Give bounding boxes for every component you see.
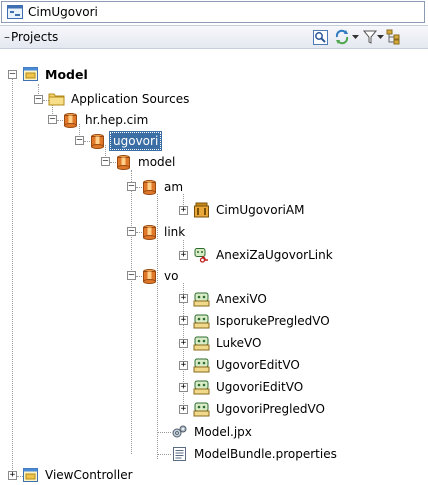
- expander-am[interactable]: –: [127, 182, 136, 191]
- tree-node-label: AnexiZaUgovorLink: [216, 248, 333, 262]
- expander-hr-hep-cim[interactable]: –: [48, 115, 57, 124]
- project-tree: – Model – Application Sources – hr.hep.c…: [0, 0, 428, 484]
- tree-node-application-sources[interactable]: Application Sources: [48, 89, 191, 109]
- tree-node-label: LukeVO: [216, 336, 262, 350]
- tree-node-label: link: [164, 225, 186, 239]
- package-icon: [143, 225, 156, 240]
- tree-node-cim-ugovori-am[interactable]: CimUgovoriAM: [193, 200, 306, 220]
- tree-node-ugovori-pregled-vo[interactable]: UgovoriPregledVO: [193, 399, 327, 419]
- tree-node-model-jpx[interactable]: Model.jpx: [171, 422, 254, 442]
- folder-icon: [48, 93, 65, 106]
- tree-node-anexi-za-ugovor-link[interactable]: AnexiZaUgovorLink: [193, 245, 335, 265]
- package-icon: [143, 180, 156, 195]
- view-link-icon: [194, 248, 208, 263]
- tree-node-label: UgovorEditVO: [216, 358, 300, 372]
- expander-anexi-vo[interactable]: +: [179, 294, 188, 303]
- package-icon: [91, 134, 104, 149]
- tree-node-view-controller[interactable]: ViewController: [22, 465, 135, 485]
- gear-icon: [172, 425, 187, 438]
- expander-anexi-za-ugovor-link[interactable]: +: [179, 251, 188, 260]
- tree-node-label: Application Sources: [71, 92, 190, 106]
- tree-node-label: model: [138, 155, 176, 169]
- expander-ugovori-pregled-vo[interactable]: +: [179, 405, 188, 414]
- tree-node-label: am: [164, 180, 184, 194]
- project-icon: [23, 468, 38, 482]
- tree-node-model-bundle[interactable]: ModelBundle.properties: [171, 444, 339, 464]
- expander-ugovori[interactable]: –: [75, 136, 84, 145]
- tree-node-anexi-vo[interactable]: AnexiVO: [193, 289, 269, 309]
- tree-node-label: CimUgovoriAM: [216, 203, 305, 217]
- view-object-icon: [193, 402, 210, 417]
- tree-node-label: Model: [45, 66, 88, 82]
- view-object-icon: [193, 380, 210, 395]
- tree-node-label: hr.hep.cim: [85, 113, 149, 127]
- expander-view-controller[interactable]: +: [8, 471, 17, 480]
- package-icon: [64, 113, 77, 128]
- expander-vo[interactable]: –: [127, 271, 136, 280]
- tree-node-ugovor-edit-vo[interactable]: UgovorEditVO: [193, 355, 302, 375]
- expander-luke-vo[interactable]: +: [179, 339, 188, 348]
- tree-node-label: ugovori: [108, 131, 163, 151]
- expander-model[interactable]: –: [8, 70, 17, 79]
- tree-node-isporuke-pregled-vo[interactable]: IsporukePregledVO: [193, 311, 332, 331]
- package-icon: [143, 269, 156, 284]
- tree-node-label: ModelBundle.properties: [194, 447, 337, 461]
- tree-node-ugovori-edit-vo[interactable]: UgovoriEditVO: [193, 377, 305, 397]
- view-object-icon: [193, 358, 210, 373]
- tree-node-label: Model.jpx: [194, 425, 252, 439]
- expander-ugovori-edit-vo[interactable]: +: [179, 383, 188, 392]
- properties-file-icon: [173, 447, 186, 461]
- tree-node-model[interactable]: Model: [22, 64, 90, 84]
- tree-node-label: UgovoriEditVO: [216, 380, 304, 394]
- tree-node-model-package[interactable]: model: [115, 152, 177, 172]
- package-icon: [117, 155, 130, 170]
- tree-node-label: AnexiVO: [216, 292, 267, 306]
- expander-model-package[interactable]: –: [101, 157, 110, 166]
- expander-link[interactable]: –: [127, 227, 136, 236]
- tree-node-luke-vo[interactable]: LukeVO: [193, 333, 263, 353]
- tree-node-label: IsporukePregledVO: [216, 314, 330, 328]
- tree-node-ugovori[interactable]: ugovori: [89, 131, 163, 151]
- tree-node-label: ViewController: [45, 468, 133, 482]
- expander-ugovor-edit-vo[interactable]: +: [179, 361, 188, 370]
- view-object-icon: [193, 336, 210, 351]
- tree-node-label: UgovoriPregledVO: [216, 402, 325, 416]
- tree-node-vo[interactable]: vo: [141, 266, 180, 286]
- application-module-icon: [194, 202, 209, 218]
- tree-node-link[interactable]: link: [141, 222, 187, 242]
- project-icon: [23, 67, 38, 81]
- tree-node-hr-hep-cim[interactable]: hr.hep.cim: [62, 110, 150, 130]
- tree-node-label: vo: [164, 269, 179, 283]
- expander-application-sources[interactable]: –: [34, 95, 43, 104]
- expander-isporuke-pregled-vo[interactable]: +: [179, 316, 188, 325]
- view-object-icon: [193, 292, 210, 307]
- view-object-icon: [193, 314, 210, 329]
- tree-node-am[interactable]: am: [141, 177, 185, 197]
- expander-cim-ugovori-am[interactable]: +: [179, 206, 188, 215]
